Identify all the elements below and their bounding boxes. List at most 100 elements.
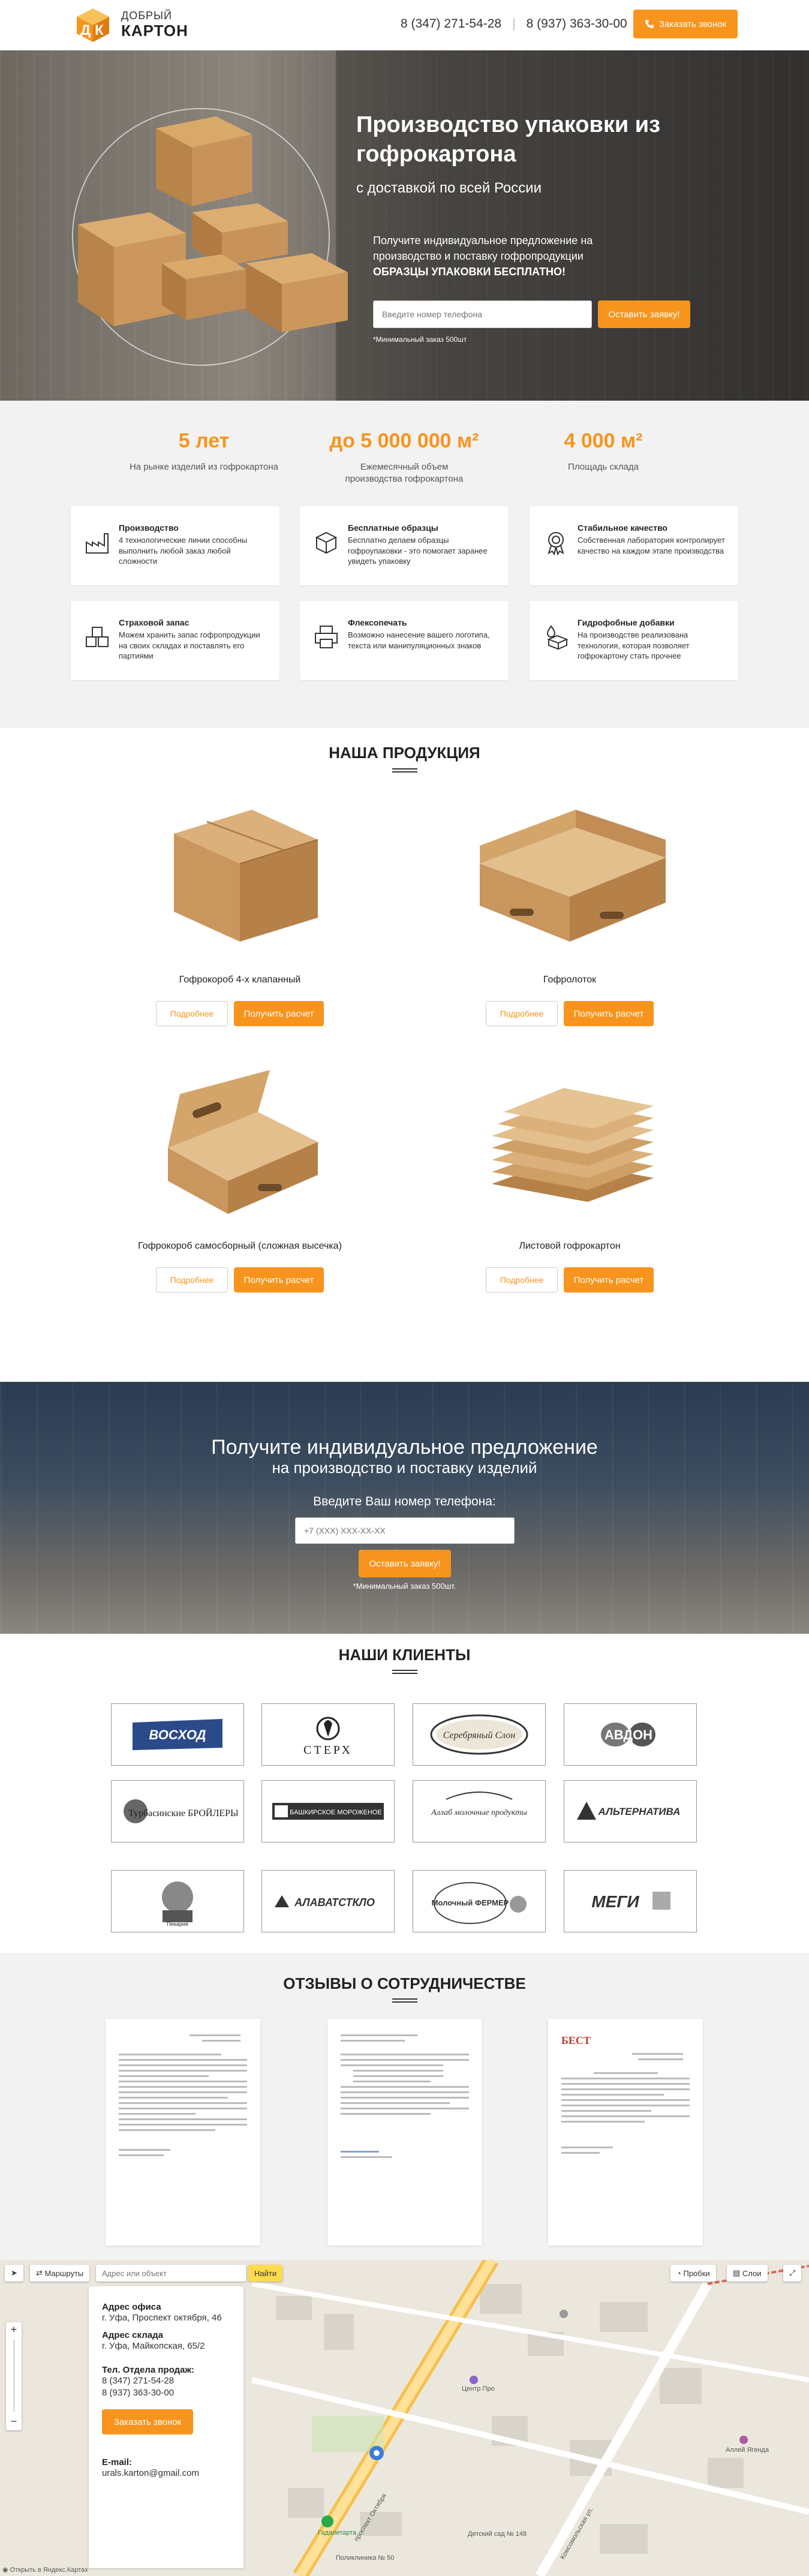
print-icon	[315, 626, 338, 648]
svg-text:Турбасинские БРОЙЛЕРЫ: Турбасинские БРОЙЛЕРЫ	[128, 1807, 237, 1818]
feature-title: Производство	[119, 523, 179, 533]
map-zoom-control[interactable]: + −	[6, 2322, 22, 2430]
product-more-button[interactable]: Подробнее	[156, 1001, 228, 1026]
zoom-slider[interactable]	[13, 2340, 15, 2412]
svg-text:К: К	[95, 22, 104, 38]
cta-submit-button[interactable]: Оставить заявку!	[359, 1550, 451, 1577]
cta-subtitle: на производство и поставку изделий	[272, 1459, 537, 1477]
map-section[interactable]: проспект Октября Комсомольская ул. Гадал…	[0, 2260, 809, 2576]
map-layers-button[interactable]: ▤ Слои	[727, 2265, 768, 2282]
logo-line1: ДОБРЫЙ	[121, 9, 172, 22]
feature-desc: На производстве реализована технология, …	[578, 630, 690, 661]
product-image[interactable]	[126, 792, 354, 960]
product-calc-button[interactable]: Получить расчет	[234, 1001, 324, 1026]
stat-number: 4 000 м²	[564, 429, 643, 452]
map-routes-label: Маршруты	[44, 2268, 84, 2278]
product-name: Гофрокороб самосборный (сложная высечка)	[138, 1241, 342, 1251]
svg-text:ВОСХОД: ВОСХОД	[149, 1727, 206, 1742]
feature-desc: 4 технологические линии способны выполни…	[119, 536, 248, 566]
client-logo-image: МЕГИ	[591, 1892, 670, 1911]
header-phone-1[interactable]: 8 (347) 271-54-28	[401, 17, 501, 31]
review-document[interactable]	[327, 2019, 482, 2246]
office-address: г. Уфа, Проспект октября, 46	[102, 2313, 222, 2323]
feature-card: Флексопечать Возможно нанесение вашего л…	[300, 601, 509, 680]
title-underline	[392, 1670, 417, 1674]
site-header: Д К ДОБРЫЙ КАРТОН 8 (347) 271-54-28 | 8 …	[0, 0, 809, 50]
product-more-button[interactable]: Подробнее	[486, 1267, 558, 1292]
review-doc-header: БЕСТ	[561, 2034, 591, 2046]
client-logo: ВОСХОД	[111, 1703, 244, 1766]
zoom-out-button[interactable]: −	[6, 2415, 22, 2428]
client-logo-image: Турбасинские БРОЙЛЕРЫ	[124, 1799, 237, 1823]
contacts-call-button[interactable]: Заказать звонок	[102, 2409, 193, 2434]
client-logo: БАШКИРСКОЕ МОРОЖЕНОЕ	[261, 1780, 395, 1842]
sales-phone-1[interactable]: 8 (347) 271-54-28	[102, 2375, 230, 2387]
stats-section: 5 лет На рынке изделий из гофрокартона д…	[0, 401, 809, 728]
client-logo: Молочный ФЕРМЕР	[413, 1870, 546, 1932]
feature-title: Гидрофобные добавки	[578, 618, 675, 627]
box-icon	[315, 531, 338, 554]
hero-note: *Минимальный заказ 500шт	[373, 335, 467, 344]
product-calc-button[interactable]: Получить расчет	[234, 1267, 324, 1292]
stat-label: Ежемесячный объем производства гофрокарт…	[345, 462, 464, 484]
product-more-button[interactable]: Подробнее	[486, 1001, 558, 1026]
layers-icon: ▤	[733, 2268, 742, 2277]
client-logo: АЛАВАТСТКЛО	[261, 1870, 395, 1932]
map-traffic-button[interactable]: ◔ Пробки	[670, 2265, 716, 2282]
svg-text:Гадалетарта: Гадалетарта	[318, 2529, 357, 2536]
review-document[interactable]: БЕСТ	[548, 2019, 703, 2246]
product-image[interactable]	[456, 1058, 684, 1226]
header-call-button[interactable]: Заказать звонок	[633, 10, 738, 38]
product-calc-button[interactable]: Получить расчет	[564, 1001, 654, 1026]
svg-text:Серебряный Слон: Серебряный Слон	[443, 1730, 516, 1741]
feature-card: Гидрофобные добавки На производстве реал…	[530, 601, 738, 680]
svg-text:АВДОН: АВДОН	[605, 1727, 652, 1742]
warehouse-label: Адрес склада	[102, 2329, 163, 2340]
hero-phone-input[interactable]	[373, 300, 592, 328]
client-logo: Серебряный Слон	[413, 1703, 546, 1766]
header-phone-2[interactable]: 8 (937) 363-30-00	[527, 17, 627, 31]
water-box-icon	[546, 625, 569, 650]
sales-phone-2[interactable]: 8 (937) 363-30-00	[102, 2387, 230, 2399]
sales-label: Тел. Отдела продаж:	[102, 2365, 195, 2375]
product-image[interactable]	[126, 1058, 354, 1226]
page: Д К ДОБРЫЙ КАРТОН 8 (347) 271-54-28 | 8 …	[0, 0, 809, 2576]
product-calc-button[interactable]: Получить расчет	[564, 1267, 654, 1292]
svg-text:АЛАВАТСТКЛО: АЛАВАТСТКЛО	[294, 1896, 375, 1908]
map-locate-button[interactable]: ➤	[5, 2265, 23, 2282]
map-find-button[interactable]: Найти	[248, 2265, 283, 2282]
svg-text:Пекарня: Пекарня	[167, 1921, 188, 1927]
cta-note: *Минимальный заказ 500шт.	[353, 1582, 456, 1591]
header-call-button-label: Заказать звонок	[658, 19, 727, 29]
zoom-in-button[interactable]: +	[6, 2323, 22, 2336]
email-value[interactable]: urals.karton@gmail.com	[102, 2467, 230, 2479]
office-label: Адрес офиса	[102, 2302, 161, 2312]
client-logo: АВДОН	[564, 1703, 697, 1766]
product-name: Листовой гофрокартон	[519, 1241, 621, 1251]
open-in-yandex-link[interactable]: ◉ Открыть в Яндекс.Картах	[2, 2566, 88, 2574]
stat-number: 5 лет	[178, 429, 230, 452]
product-more-button[interactable]: Подробнее	[156, 1267, 228, 1292]
client-logo-image: Пекарня	[162, 1881, 193, 1927]
hero-submit-button[interactable]: Оставить заявку!	[598, 300, 690, 328]
client-logo: МЕГИ	[564, 1870, 697, 1932]
product-card: Гофрокороб самосборный (сложная высечка)…	[72, 1058, 408, 1292]
logo[interactable]: Д К ДОБРЫЙ КАРТОН	[71, 6, 188, 43]
svg-text:Молочный ФЕРМЕР: Молочный ФЕРМЕР	[432, 1898, 509, 1907]
product-image[interactable]	[456, 792, 684, 960]
logo-mark-icon: Д К	[77, 8, 109, 42]
svg-text:СТЕРХ: СТЕРХ	[303, 1744, 353, 1757]
map-traffic-label: Пробки	[683, 2268, 710, 2278]
cta-phone-input[interactable]	[295, 1517, 515, 1544]
map-fullscreen-button[interactable]: ⤢	[783, 2265, 802, 2282]
title-underline	[392, 768, 417, 773]
map-routes-button[interactable]: ⇄ Маршруты	[30, 2265, 90, 2282]
map-layers-label: Слои	[742, 2268, 762, 2278]
stat-years: 5 лет На рынке изделий из гофрокартона	[114, 429, 294, 473]
svg-text:Аллей Ягенда: Аллей Ягенда	[726, 2446, 769, 2454]
svg-text:БАШКИРСКОЕ МОРОЖЕНОЕ: БАШКИРСКОЕ МОРОЖЕНОЕ	[290, 1809, 382, 1816]
map-search-input[interactable]	[96, 2265, 246, 2282]
client-logo-image: БАШКИРСКОЕ МОРОЖЕНОЕ	[272, 1803, 384, 1820]
review-document[interactable]	[106, 2019, 260, 2246]
phone-separator: |	[512, 17, 516, 31]
